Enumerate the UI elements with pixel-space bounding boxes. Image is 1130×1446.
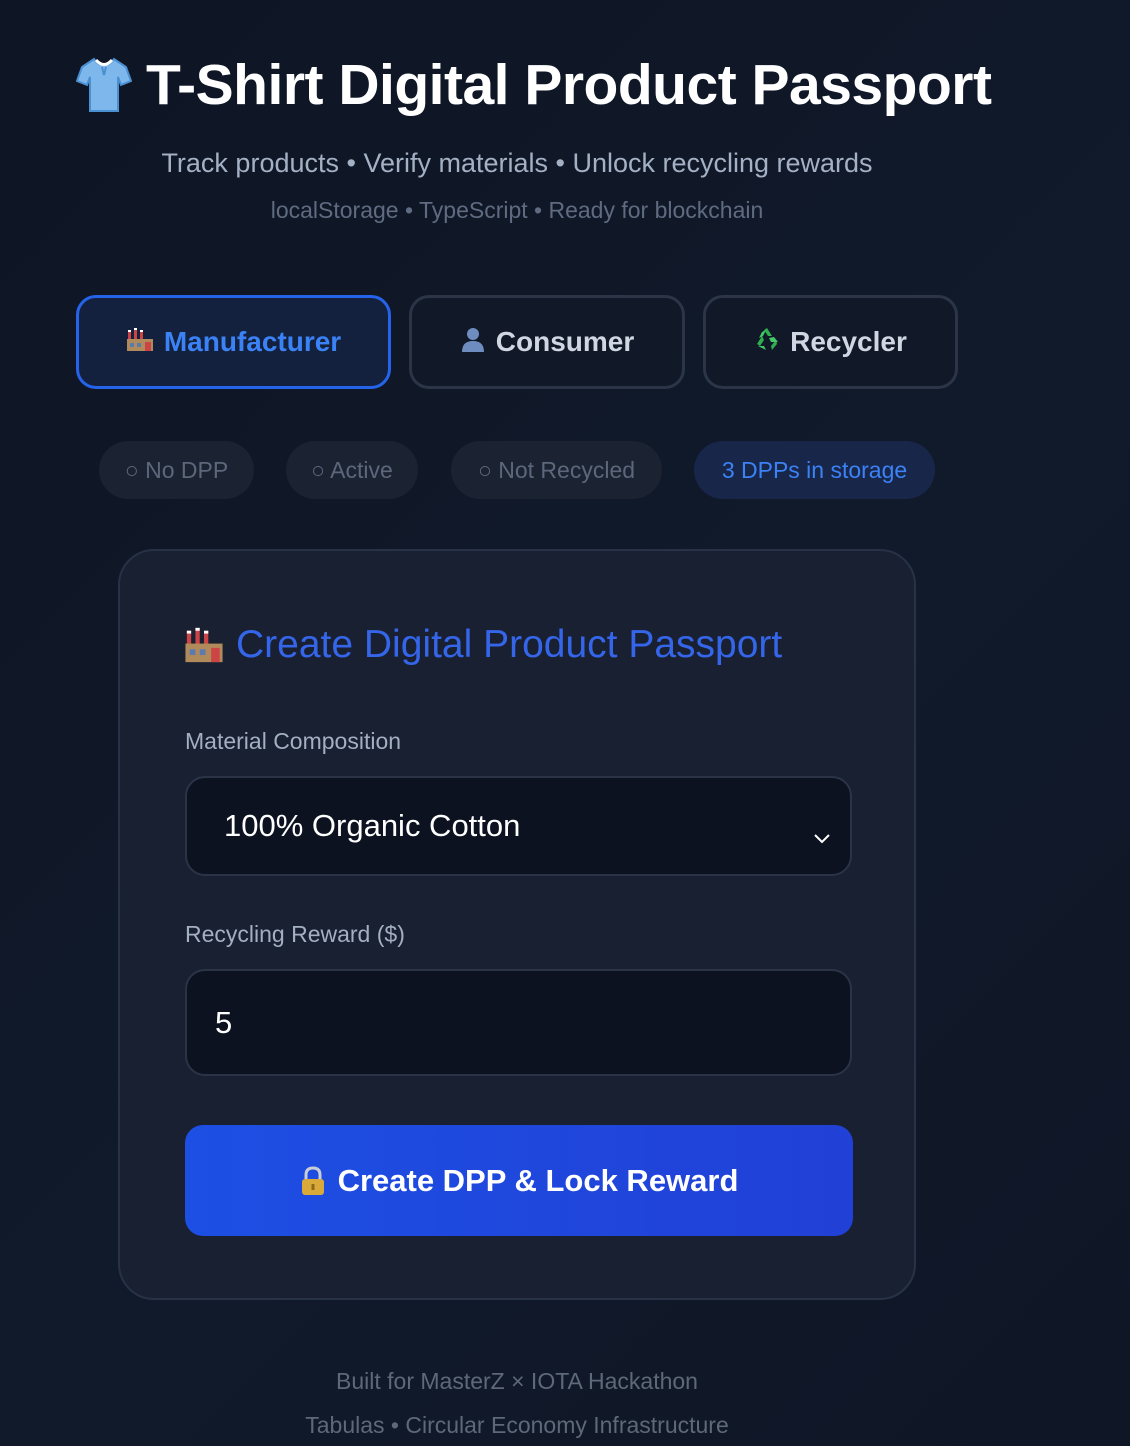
status-badge-storage: 3 DPPs in storage bbox=[694, 441, 935, 499]
create-dpp-button-label: Create DPP & Lock Reward bbox=[337, 1162, 739, 1198]
card-title: Create Digital Product Passport bbox=[236, 623, 783, 666]
reward-input-value: 5 bbox=[215, 1004, 233, 1040]
lock-icon bbox=[300, 1165, 326, 1196]
tab-recycler[interactable]: Recycler bbox=[703, 295, 958, 389]
reward-label: Recycling Reward ($) bbox=[185, 921, 405, 947]
material-label: Material Composition bbox=[185, 728, 402, 754]
material-select[interactable]: 100% Organic Cotton bbox=[185, 776, 852, 876]
page-title: T-Shirt Digital Product Passport bbox=[146, 53, 992, 117]
footer-tagline: Tabulas • Circular Economy Infrastructur… bbox=[305, 1412, 729, 1438]
page-subtitle: Track products • Verify materials • Unlo… bbox=[161, 148, 873, 178]
title-row: T-Shirt Digital Product Passport bbox=[75, 52, 992, 118]
status-badge-active: ○ Active bbox=[286, 441, 418, 499]
tab-label: Recycler bbox=[790, 326, 907, 357]
reward-input[interactable]: 5 bbox=[185, 969, 852, 1076]
factory-icon bbox=[126, 326, 154, 359]
create-dpp-card: Create Digital Product Passport Material… bbox=[118, 549, 916, 1300]
tshirt-icon bbox=[75, 55, 133, 115]
tab-manufacturer[interactable]: Manufacturer bbox=[76, 295, 391, 389]
status-badge-dpp: ○ No DPP bbox=[99, 441, 254, 499]
recycle-icon bbox=[754, 326, 780, 359]
card-title-row: Create Digital Product Passport bbox=[184, 623, 782, 667]
status-badge-recycled: ○ Not Recycled bbox=[451, 441, 662, 499]
tab-label: Manufacturer bbox=[163, 326, 342, 357]
chevron-down-icon bbox=[812, 818, 832, 844]
tab-consumer[interactable]: Consumer bbox=[409, 295, 685, 389]
footer-credit: Built for MasterZ × IOTA Hackathon bbox=[336, 1368, 698, 1394]
factory-icon bbox=[184, 625, 224, 665]
user-icon bbox=[460, 326, 486, 359]
page-tagline: localStorage • TypeScript • Ready for bl… bbox=[270, 197, 764, 223]
tab-label: Consumer bbox=[495, 326, 635, 357]
create-dpp-button[interactable]: Create DPP & Lock Reward bbox=[185, 1125, 853, 1236]
material-select-value: 100% Organic Cotton bbox=[224, 808, 521, 843]
